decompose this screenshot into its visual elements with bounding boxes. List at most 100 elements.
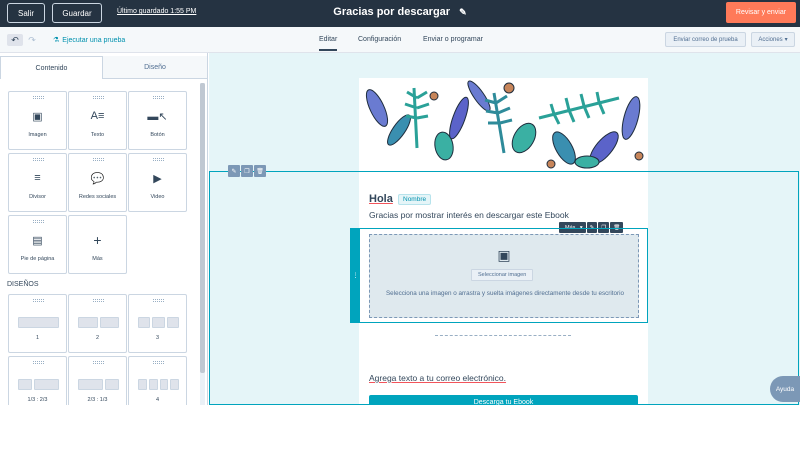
body-text[interactable]: Agrega texto a tu correo electrónico. (369, 373, 506, 383)
drag-handle-icon (33, 299, 44, 302)
layout-label: 2/3 : 1/3 (87, 397, 108, 403)
actions-dropdown[interactable]: Acciones ▾ (751, 32, 795, 47)
scrollbar-thumb[interactable] (200, 83, 205, 373)
save-button[interactable]: Guardar (52, 3, 102, 23)
image-dropzone[interactable]: ▣ Seleccionar imagen Selecciona una imag… (369, 234, 639, 318)
drag-handle-icon (93, 299, 104, 302)
layout-1-3-2-3[interactable]: 1/3 : 2/3 (8, 356, 67, 405)
edit-title-icon[interactable]: ✎ (459, 7, 467, 17)
button-icon: ▬↖ (147, 111, 168, 123)
content-panel: Contenido Diseño ▣ Imagen A≡ Texto ▬↖ Bo… (0, 53, 208, 405)
image-placeholder-icon: ▣ (497, 247, 511, 263)
module-social[interactable]: 💬 Redes sociales (68, 153, 127, 212)
run-test-label: Ejecutar una prueba (62, 37, 126, 44)
section-toolbar: ✎ ❐ 🗑 (228, 165, 266, 177)
drag-handle-icon (33, 361, 44, 364)
cta-button[interactable]: Descarga tu Ebook (369, 395, 638, 405)
video-icon: ▶ (153, 173, 162, 185)
editor-toolbar: ↶ ↷ ⚗ Ejecutar una prueba Editar Configur… (0, 27, 800, 53)
layout-3[interactable]: 3 (128, 294, 187, 353)
drag-handle-icon (153, 158, 164, 161)
drag-handle-icon (93, 96, 104, 99)
layout-2-3-1-3-icon (78, 379, 119, 390)
layouts-heading: DISEÑOS (7, 281, 39, 288)
exit-button[interactable]: Salir (7, 3, 45, 23)
layout-1-3-2-3-icon (18, 379, 59, 390)
image-hint-text: Selecciona una imagen o arrastra y suelt… (385, 290, 624, 297)
layout-2[interactable]: 2 (68, 294, 127, 353)
layout-1-icon (18, 317, 59, 328)
module-video[interactable]: ▶ Video (128, 153, 187, 212)
layout-label: 4 (155, 397, 160, 403)
layout-1[interactable]: 1 (8, 294, 67, 353)
tab-design[interactable]: Diseño (103, 56, 207, 79)
greeting-hello[interactable]: Hola (369, 193, 393, 205)
divider-line[interactable] (435, 335, 571, 336)
module-more[interactable]: + Más (68, 215, 127, 274)
send-test-email-button[interactable]: Enviar correo de prueba (665, 32, 746, 47)
panel-scrollbar[interactable] (200, 83, 205, 405)
greeting-text[interactable]: Gracias por mostrar interés en descargar… (369, 210, 569, 220)
edit-section-icon[interactable]: ✎ (228, 165, 240, 177)
layout-label: 2 (95, 335, 100, 341)
divider-icon: ≡ (34, 172, 41, 184)
run-test-link[interactable]: ⚗ Ejecutar una prueba (53, 36, 125, 44)
layout-2-icon (78, 317, 119, 328)
email-title-text: Gracias por descargar (333, 6, 451, 18)
drag-handle-icon (153, 96, 164, 99)
module-label: Botón (150, 132, 165, 138)
drag-handle-icon[interactable]: ⋮ (351, 229, 360, 322)
layout-4-icon (138, 379, 179, 390)
personalization-token[interactable]: Nombre (398, 194, 432, 205)
module-label: Más (92, 256, 103, 262)
image-icon: ▣ (32, 111, 43, 123)
footer-icon: ▤ (32, 235, 43, 247)
header-leaves-image[interactable] (359, 78, 648, 170)
redo-icon[interactable]: ↷ (24, 34, 40, 46)
help-button[interactable]: Ayuda (770, 376, 800, 402)
module-label: Redes sociales (78, 194, 117, 200)
layout-label: 1/3 : 2/3 (27, 397, 48, 403)
social-icon: 💬 (90, 173, 105, 185)
review-send-button[interactable]: Revisar y enviar (726, 2, 796, 23)
module-label: Texto (90, 132, 105, 138)
undo-icon[interactable]: ↶ (7, 34, 23, 46)
layout-label: 1 (35, 335, 40, 341)
drag-handle-icon (33, 96, 44, 99)
select-image-button[interactable]: Seleccionar imagen (471, 269, 534, 281)
module-divider[interactable]: ≡ Divisor (8, 153, 67, 212)
module-label: Pie de página (20, 256, 55, 262)
image-module[interactable]: ⋮ ▣ Seleccionar imagen Selecciona una im… (350, 228, 648, 323)
tab-content[interactable]: Contenido (0, 56, 103, 79)
tab-edit[interactable]: Editar (319, 36, 338, 51)
greeting-text-content: Gracias por mostrar interés en descargar… (369, 210, 569, 220)
drag-handle-icon (33, 158, 44, 161)
flask-icon: ⚗ (53, 37, 60, 44)
module-label: Divisor (29, 194, 46, 200)
module-text[interactable]: A≡ Texto (68, 91, 127, 150)
module-label: Imagen (28, 132, 47, 138)
delete-section-icon[interactable]: 🗑 (254, 165, 266, 177)
layout-2-3-1-3[interactable]: 2/3 : 1/3 (68, 356, 127, 405)
drag-handle-icon (93, 158, 104, 161)
drag-handle-icon (93, 361, 104, 364)
tab-send-schedule[interactable]: Enviar o programar (423, 36, 483, 43)
module-button[interactable]: ▬↖ Botón (128, 91, 187, 150)
email-canvas: ✎ ❐ 🗑 Hola Nombre Gracias por mostrar in… (209, 53, 800, 405)
layout-label: 3 (155, 335, 160, 341)
last-saved-link[interactable]: Último guardado 1:55 PM (117, 8, 196, 15)
module-image[interactable]: ▣ Imagen (8, 91, 67, 150)
top-bar: Salir Guardar Último guardado 1:55 PM Gr… (0, 0, 800, 27)
actions-label: Acciones (758, 36, 783, 43)
drag-handle-icon (33, 220, 44, 223)
tab-settings[interactable]: Configuración (358, 36, 401, 43)
text-icon: A≡ (90, 110, 105, 122)
layout-3-icon (138, 317, 179, 328)
drag-handle-icon (153, 361, 164, 364)
module-label: Video (150, 194, 165, 200)
plus-icon: + (93, 232, 102, 248)
clone-section-icon[interactable]: ❐ (241, 165, 253, 177)
layout-4[interactable]: 4 (128, 356, 187, 405)
caret-down-icon: ▾ (784, 37, 788, 43)
module-footer[interactable]: ▤ Pie de página (8, 215, 67, 274)
